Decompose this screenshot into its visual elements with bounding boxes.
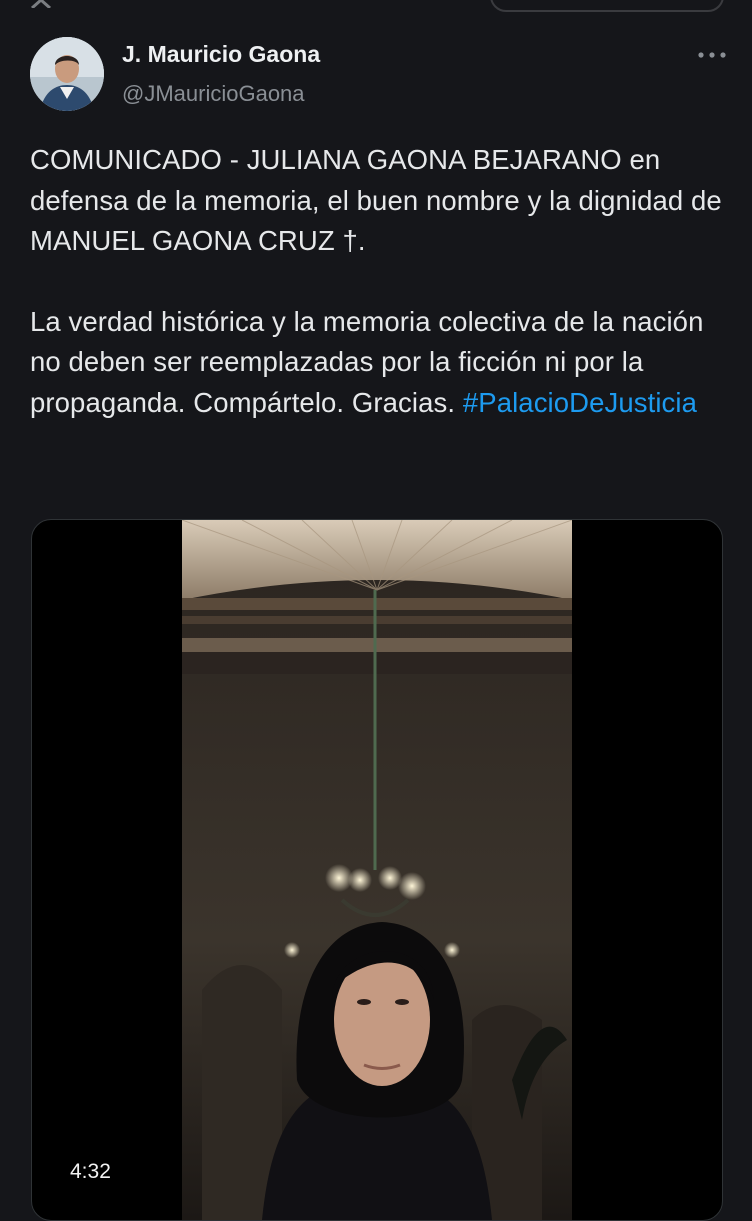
top-bar: [0, 0, 752, 14]
avatar[interactable]: [30, 37, 104, 111]
tweet-text: COMUNICADO - JULIANA GAONA BEJARANO en d…: [30, 140, 730, 423]
author-name[interactable]: J. Mauricio Gaona: [122, 41, 320, 68]
tweet-paragraph-1: COMUNICADO - JULIANA GAONA BEJARANO en d…: [30, 144, 722, 256]
video-duration: 4:32: [70, 1160, 111, 1183]
tweet-paragraph-2: La verdad histórica y la memoria colecti…: [30, 302, 730, 424]
video-player[interactable]: 4:32: [31, 519, 723, 1221]
video-thumbnail: [182, 520, 572, 1220]
user-avatar: [30, 37, 104, 111]
follow-button-edge[interactable]: [490, 0, 724, 12]
tweet-header: J. Mauricio Gaona @JMauricioGaona: [30, 37, 730, 113]
x-logo-icon[interactable]: [30, 0, 52, 8]
more-options-icon[interactable]: [694, 45, 730, 65]
author-handle[interactable]: @JMauricioGaona: [122, 81, 305, 107]
hashtag-link[interactable]: #PalacioDeJusticia: [463, 387, 697, 418]
